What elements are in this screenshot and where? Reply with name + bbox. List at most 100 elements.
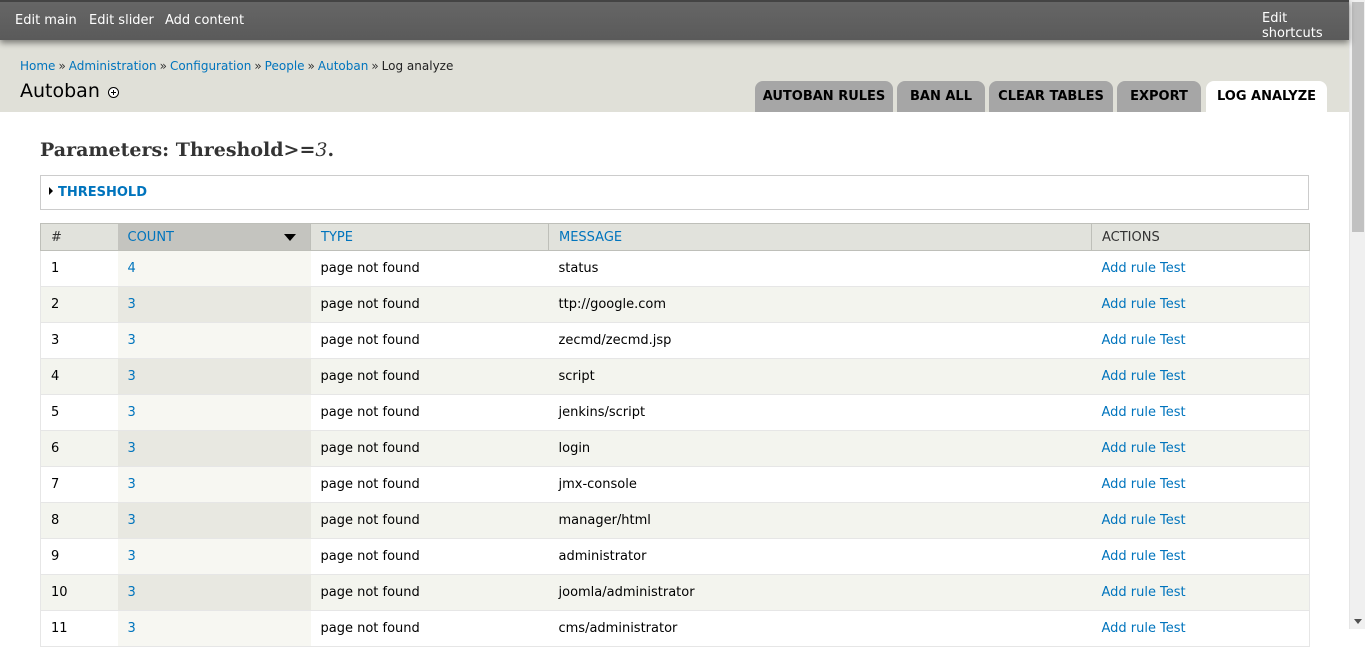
add-rule-link[interactable]: Add rule (1102, 369, 1157, 384)
column-header-type[interactable]: Type (310, 223, 549, 251)
add-rule-link[interactable]: Add rule (1102, 513, 1157, 528)
table-row: 10 3 page not found joomla/administrator Add… (40, 574, 1310, 611)
table-header-row: # Count Type Message Actions (40, 223, 1310, 251)
row-count-link[interactable]: 3 (128, 405, 136, 420)
add-rule-link[interactable]: Add rule (1102, 549, 1157, 564)
row-message: jenkins/script (548, 394, 1092, 431)
tab-export[interactable]: Export (1117, 81, 1201, 112)
row-actions: Add rule Test (1091, 250, 1310, 287)
sort-by-count-link[interactable]: Count (128, 230, 175, 245)
add-rule-link[interactable]: Add rule (1102, 585, 1157, 600)
row-count-link[interactable]: 3 (128, 297, 136, 312)
row-count-cell: 3 (117, 322, 311, 359)
sort-descending-icon[interactable] (284, 234, 296, 241)
test-link[interactable]: Test (1160, 297, 1186, 312)
breadcrumb-people[interactable]: People (265, 59, 305, 73)
column-header-message[interactable]: Message (548, 223, 1092, 251)
row-number: 10 (40, 574, 118, 611)
test-link[interactable]: Test (1160, 477, 1186, 492)
parameters-threshold-value: 3 (315, 139, 328, 161)
edit-shortcuts-link[interactable]: Edit shortcuts (1262, 11, 1349, 41)
sort-by-type-link[interactable]: Type (321, 230, 353, 245)
tab-clear-tables[interactable]: Clear tables (989, 81, 1113, 112)
table-row: 8 3 page not found manager/html Add rule Test (40, 502, 1310, 539)
shortcut-edit-main[interactable]: Edit main (15, 13, 77, 28)
breadcrumb-separator: » (159, 59, 167, 73)
test-link[interactable]: Test (1160, 441, 1186, 456)
add-shortcut-icon[interactable] (108, 87, 119, 98)
row-message: administrator (548, 538, 1092, 575)
row-count-link[interactable]: 3 (128, 585, 136, 600)
row-actions: Add rule Test (1091, 394, 1310, 431)
row-count-link[interactable]: 3 (128, 369, 136, 384)
row-type: page not found (310, 394, 549, 431)
test-link[interactable]: Test (1160, 333, 1186, 348)
row-message: script (548, 358, 1092, 395)
row-count-cell: 4 (117, 250, 311, 287)
row-count-link[interactable]: 3 (128, 549, 136, 564)
test-link[interactable]: Test (1160, 513, 1186, 528)
table-row: 4 3 page not found script Add rule Test (40, 358, 1310, 395)
row-type: page not found (310, 502, 549, 539)
shortcut-edit-slider[interactable]: Edit slider (89, 13, 154, 28)
add-rule-link[interactable]: Add rule (1102, 297, 1157, 312)
row-number: 1 (40, 250, 118, 287)
row-count-link[interactable]: 3 (128, 333, 136, 348)
breadcrumb-configuration[interactable]: Configuration (170, 59, 251, 73)
table-row: 1 4 page not found status Add rule Test (40, 250, 1310, 287)
test-link[interactable]: Test (1160, 585, 1186, 600)
parameters-suffix: . (327, 139, 335, 161)
row-actions: Add rule Test (1091, 502, 1310, 539)
test-link[interactable]: Test (1160, 549, 1186, 564)
table-row: 5 3 page not found jenkins/script Add rule Te… (40, 394, 1310, 431)
breadcrumb-home[interactable]: Home (20, 59, 55, 73)
test-link[interactable]: Test (1160, 261, 1186, 276)
row-type: page not found (310, 322, 549, 359)
row-count-link[interactable]: 3 (128, 513, 136, 528)
row-count-link[interactable]: 3 (128, 441, 136, 456)
row-message: login (548, 430, 1092, 467)
tab-ban-all[interactable]: Ban all (897, 81, 985, 112)
row-count-cell: 3 (117, 394, 311, 431)
row-message: zecmd/zecmd.jsp (548, 322, 1092, 359)
row-type: page not found (310, 430, 549, 467)
row-actions: Add rule Test (1091, 466, 1310, 503)
scroll-down-arrow-icon[interactable] (1354, 619, 1362, 624)
row-number: 8 (40, 502, 118, 539)
row-number: 4 (40, 358, 118, 395)
row-count-cell: 3 (117, 502, 311, 539)
row-count-link[interactable]: 4 (128, 261, 136, 276)
add-rule-link[interactable]: Add rule (1102, 477, 1157, 492)
page-title: Autoban (20, 80, 100, 102)
table-row: 9 3 page not found administrator Add rule Tes… (40, 538, 1310, 575)
breadcrumb-autoban[interactable]: Autoban (318, 59, 368, 73)
add-rule-link[interactable]: Add rule (1102, 333, 1157, 348)
shortcut-add-content[interactable]: Add content (165, 13, 244, 28)
threshold-toggle[interactable]: Threshold (49, 185, 147, 200)
table-row: 2 3 page not found ttp://google.com Add rule… (40, 286, 1310, 323)
row-actions: Add rule Test (1091, 322, 1310, 359)
breadcrumb-administration[interactable]: Administration (69, 59, 157, 73)
row-number: 6 (40, 430, 118, 467)
row-count-link[interactable]: 3 (128, 477, 136, 492)
scrollbar-thumb[interactable] (1352, 2, 1364, 232)
sort-by-message-link[interactable]: Message (559, 230, 622, 245)
threshold-fieldset: Threshold (40, 175, 1309, 210)
tab-autoban-rules[interactable]: Autoban rules (755, 81, 893, 112)
test-link[interactable]: Test (1160, 405, 1186, 420)
add-rule-link[interactable]: Add rule (1102, 405, 1157, 420)
test-link[interactable]: Test (1160, 369, 1186, 384)
collapsed-triangle-icon (49, 187, 53, 195)
row-actions: Add rule Test (1091, 286, 1310, 323)
table-row: 7 3 page not found jmx-console Add rule Test (40, 466, 1310, 503)
table-row: 6 3 page not found login Add rule Test (40, 430, 1310, 467)
tab-log-analyze[interactable]: Log analyze (1206, 81, 1327, 112)
column-header-number: # (40, 223, 118, 251)
add-rule-link[interactable]: Add rule (1102, 441, 1157, 456)
row-count-cell: 3 (117, 358, 311, 395)
column-header-count[interactable]: Count (117, 223, 311, 251)
vertical-scrollbar[interactable] (1349, 0, 1365, 629)
row-number: 3 (40, 322, 118, 359)
row-actions: Add rule Test (1091, 538, 1310, 575)
add-rule-link[interactable]: Add rule (1102, 261, 1157, 276)
